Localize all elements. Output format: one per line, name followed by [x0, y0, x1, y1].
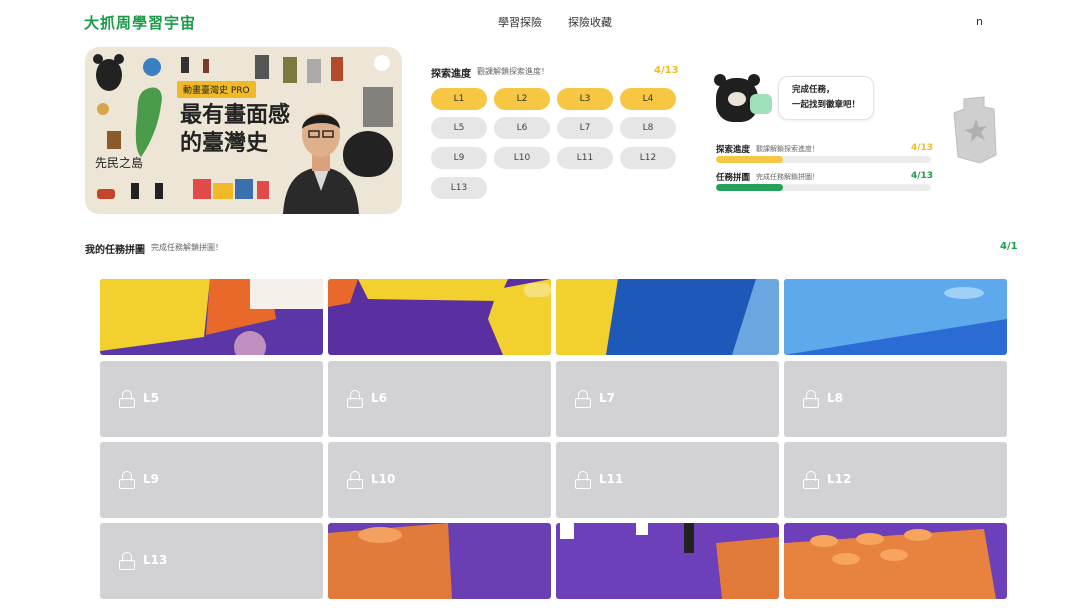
puzzle-piece-locked-l6[interactable]: L6 — [328, 361, 551, 437]
puzzle-piece-label: L9 — [143, 472, 159, 486]
nav-learning-adventure[interactable]: 學習探險 — [498, 14, 542, 30]
lock-icon — [575, 471, 591, 489]
bear-mascot-icon — [343, 131, 393, 177]
lock-icon — [803, 390, 819, 408]
lock-icon — [347, 390, 363, 408]
badge-icon — [953, 96, 997, 164]
explore-progress-bar — [716, 156, 931, 163]
puzzle-piece-label: L6 — [371, 391, 387, 405]
bubble-line-2: 一起找到徽章吧！ — [792, 100, 861, 110]
lesson-pill-l13[interactable]: L13 — [431, 177, 487, 199]
puzzle-piece-unlocked[interactable] — [784, 523, 1007, 599]
nav-adventure-collection[interactable]: 探險收藏 — [568, 14, 612, 30]
lesson-pill-l10[interactable]: L10 — [494, 147, 550, 169]
puzzle-piece-locked-l5[interactable]: L5 — [100, 361, 323, 437]
puzzle-piece-unlocked[interactable] — [556, 279, 779, 355]
puzzle-piece-locked-l13[interactable]: L13 — [100, 523, 323, 599]
puzzle-progress-label: 任務拼圖 — [716, 173, 751, 183]
lesson-pill-l4[interactable]: L4 — [620, 88, 676, 110]
puzzle-piece-unlocked[interactable] — [556, 523, 779, 599]
puzzle-piece-unlocked[interactable] — [328, 523, 551, 599]
bear-ear-icon — [748, 74, 760, 86]
puzzle-piece-label: L7 — [599, 391, 615, 405]
explore-label: 探索進度 — [716, 145, 751, 155]
puzzle-progress-subtitle: 完成任務解鎖拼圖！ — [756, 173, 819, 181]
puzzle-section-subtitle: 完成任務解鎖拼圖！ — [151, 243, 223, 252]
bear-ear-icon — [714, 74, 726, 86]
puzzle-section-title: 我的任務拼圖 — [85, 245, 145, 256]
lock-icon — [575, 390, 591, 408]
puzzle-piece-label: L11 — [599, 472, 624, 486]
puzzle-piece-locked-l9[interactable]: L9 — [100, 442, 323, 518]
lesson-pill-l7[interactable]: L7 — [557, 117, 613, 139]
lesson-pill-l8[interactable]: L8 — [620, 117, 676, 139]
lesson-pill-l1[interactable]: L1 — [431, 88, 487, 110]
svg-text:先民之島: 先民之島 — [95, 155, 143, 170]
bubble-line-1: 完成任務， — [792, 85, 835, 95]
puzzle-piece-label: L8 — [827, 391, 843, 405]
puzzle-piece-locked-l10[interactable]: L10 — [328, 442, 551, 518]
explore-progress-fill — [716, 156, 783, 163]
puzzle-progress-bar — [716, 184, 931, 191]
lesson-pill-l12[interactable]: L12 — [620, 147, 676, 169]
peace-hand-icon — [750, 94, 772, 114]
lesson-pill-l6[interactable]: L6 — [494, 117, 550, 139]
site-logo[interactable]: 大抓周學習宇宙 — [84, 12, 196, 33]
course-tag: 動畫臺灣史 PRO — [177, 81, 256, 98]
explore-subtitle: 觀課解鎖探索進度！ — [756, 145, 819, 153]
puzzle-piece-unlocked[interactable] — [100, 279, 323, 355]
puzzle-piece-locked-l7[interactable]: L7 — [556, 361, 779, 437]
explore-count: 4/13 — [911, 143, 934, 153]
mission-speech-bubble: 完成任務， 一起找到徽章吧！ — [778, 76, 874, 120]
lesson-pill-l3[interactable]: L3 — [557, 88, 613, 110]
lock-icon — [119, 552, 135, 570]
lock-icon — [803, 471, 819, 489]
lock-icon — [119, 471, 135, 489]
progress-title: 探索進度 — [431, 69, 471, 80]
puzzle-piece-label: L13 — [143, 553, 168, 567]
puzzle-piece-label: L12 — [827, 472, 852, 486]
lesson-pill-l9[interactable]: L9 — [431, 147, 487, 169]
puzzle-piece-locked-l12[interactable]: L12 — [784, 442, 1007, 518]
progress-subtitle: 觀課解鎖探索進度！ — [477, 67, 549, 76]
puzzle-piece-unlocked[interactable] — [328, 279, 551, 355]
progress-count: 4/13 — [654, 65, 679, 76]
bear-face-icon — [728, 92, 746, 106]
puzzle-piece-locked-l8[interactable]: L8 — [784, 361, 1007, 437]
lock-icon — [347, 471, 363, 489]
puzzle-section-count: 4/1 — [1000, 241, 1018, 252]
lock-icon — [119, 390, 135, 408]
puzzle-piece-locked-l11[interactable]: L11 — [556, 442, 779, 518]
lesson-pill-l11[interactable]: L11 — [557, 147, 613, 169]
puzzle-piece-label: L10 — [371, 472, 396, 486]
puzzle-piece-label: L5 — [143, 391, 159, 405]
puzzle-progress-fill — [716, 184, 783, 191]
puzzle-piece-unlocked[interactable] — [784, 279, 1007, 355]
puzzle-progress-count: 4/13 — [911, 171, 934, 181]
lesson-pill-l2[interactable]: L2 — [494, 88, 550, 110]
user-menu[interactable]: n — [976, 15, 983, 28]
lesson-pill-l5[interactable]: L5 — [431, 117, 487, 139]
course-card[interactable]: 先民之島 動畫臺灣史 PRO 最有畫面感的臺灣史 — [85, 47, 402, 214]
